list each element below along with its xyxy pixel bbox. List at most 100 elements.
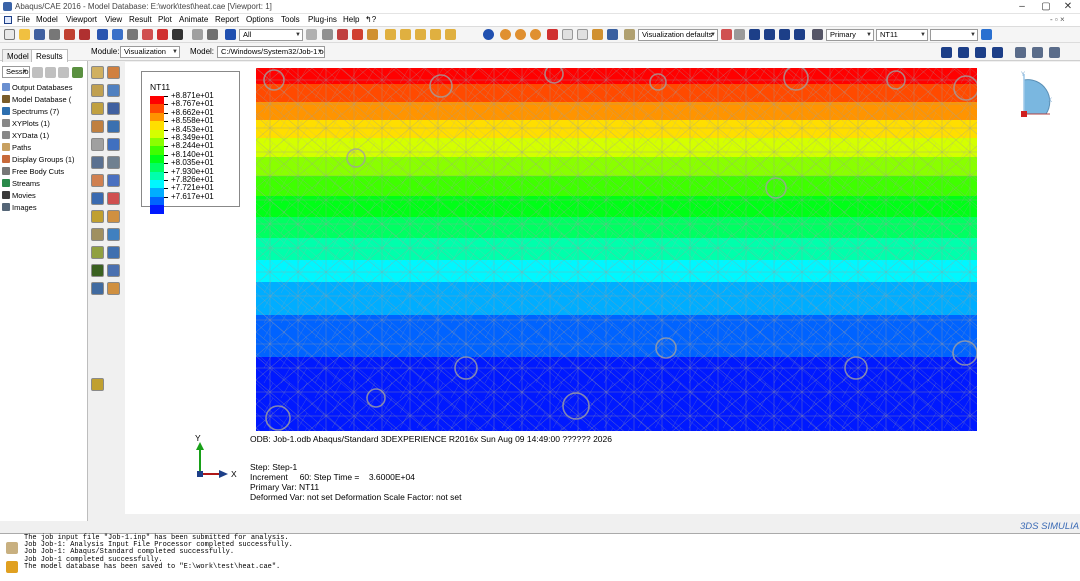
toolbox-tool-icon[interactable] (91, 282, 104, 295)
box-select-icon[interactable] (337, 29, 348, 40)
tree-item[interactable]: Free Body Cuts (2, 166, 86, 178)
zoom-box-icon[interactable] (142, 29, 153, 40)
field-component-select[interactable]: ▼ (930, 29, 978, 41)
mdi-window-controls[interactable]: - ▫ × (1050, 15, 1065, 24)
pan-icon[interactable] (97, 29, 108, 40)
bottom-view-icon[interactable] (445, 29, 456, 40)
python-prompt-icon[interactable] (6, 561, 18, 573)
tab-results[interactable]: Results (31, 49, 68, 62)
toolbox-tool-icon[interactable] (91, 192, 104, 205)
shade-icon[interactable] (515, 29, 526, 40)
toolbox-tool-icon[interactable] (107, 192, 120, 205)
layers-icon[interactable] (207, 29, 218, 40)
toolbox-tool-icon[interactable] (91, 174, 104, 187)
toolbox-tool-icon[interactable] (91, 120, 104, 133)
color-scheme-select[interactable]: Visualization defaults ▼ (638, 29, 718, 41)
module-select[interactable]: Visualization ▼ (120, 46, 180, 58)
view-manager-icon[interactable] (607, 29, 618, 40)
field-invariant-select[interactable]: Primary ▼ (826, 29, 874, 41)
contour-plot[interactable] (256, 68, 977, 431)
save-icon[interactable] (34, 29, 45, 40)
display-options-icon[interactable] (624, 29, 635, 40)
export-icon[interactable] (64, 29, 75, 40)
menu-view[interactable]: View (105, 15, 122, 24)
query-icon[interactable] (192, 29, 203, 40)
toolbox-tool-icon[interactable] (107, 228, 120, 241)
selection-filter-select[interactable]: All ▼ (239, 29, 303, 41)
first-frame-icon[interactable] (749, 29, 760, 40)
menu-plot[interactable]: Plot (158, 15, 172, 24)
last-frame-icon[interactable] (794, 29, 805, 40)
toolbox-tool-icon[interactable] (91, 264, 104, 277)
expand-icon[interactable] (45, 67, 56, 78)
frame-selector-icon[interactable] (1015, 47, 1026, 58)
toolbox-tool-icon[interactable] (107, 246, 120, 259)
render-style-icon[interactable] (500, 29, 511, 40)
previous-frame-icon[interactable] (764, 29, 775, 40)
toolbox-tool-icon[interactable] (91, 84, 104, 97)
filter-icon[interactable] (72, 67, 83, 78)
color-code-icon[interactable] (592, 29, 603, 40)
menu-tools[interactable]: Tools (281, 15, 300, 24)
undo-icon[interactable] (562, 29, 573, 40)
camera-icon[interactable] (1032, 47, 1043, 58)
toolbox-tool-icon[interactable] (107, 282, 120, 295)
tree-item[interactable]: Output Databases (2, 82, 86, 94)
tree-item[interactable]: Streams (2, 178, 86, 190)
viewport-menu-icon[interactable] (4, 16, 12, 24)
tree-item[interactable]: XYData (1) (2, 130, 86, 142)
message-log-icon[interactable] (6, 542, 18, 554)
menu-plugins[interactable]: Plug-ins (308, 15, 337, 24)
menu-model[interactable]: Model (36, 15, 58, 24)
menu-viewport[interactable]: Viewport (66, 15, 97, 24)
toolbox-tool-icon[interactable] (91, 156, 104, 169)
tree-item[interactable]: Model Database ( (2, 94, 86, 106)
toolbox-tool-icon[interactable] (107, 84, 120, 97)
contour-legend[interactable]: NT11 +8.871e+01 +8.767e+01 +8.662e+01 +8.55… (141, 71, 240, 214)
menu-file[interactable]: File (17, 15, 30, 24)
paint-tool-icon[interactable] (91, 378, 104, 391)
select-region-icon[interactable] (322, 29, 333, 40)
open-file-icon[interactable] (19, 29, 30, 40)
iso-view-icon[interactable] (385, 29, 396, 40)
toolbox-tool-icon[interactable] (91, 138, 104, 151)
color-edit-icon[interactable] (721, 29, 732, 40)
toolbox-tool-icon[interactable] (107, 102, 120, 115)
tree-item[interactable]: Paths (2, 142, 86, 154)
magnify-icon[interactable] (127, 29, 138, 40)
minimize-button[interactable]: – (1010, 0, 1034, 13)
toolbox-tool-icon[interactable] (107, 174, 120, 187)
tree-item[interactable]: Display Groups (1) (2, 154, 86, 166)
auto-fit-icon[interactable] (157, 29, 168, 40)
toolbox-tool-icon[interactable] (107, 210, 120, 223)
redo-icon[interactable] (577, 29, 588, 40)
rotate-icon[interactable] (112, 29, 123, 40)
select-cursor-icon[interactable] (225, 29, 236, 40)
print-icon[interactable] (49, 29, 60, 40)
context-help-icon[interactable]: ↰? (365, 15, 376, 24)
menu-report[interactable]: Report (215, 15, 239, 24)
cursor-icon[interactable] (547, 29, 558, 40)
menu-options[interactable]: Options (246, 15, 274, 24)
toolbox-tool-icon[interactable] (107, 156, 120, 169)
field-variable-select[interactable]: NT11 ▼ (876, 29, 928, 41)
field-output-icon[interactable] (812, 29, 823, 40)
menu-result[interactable]: Result (129, 15, 152, 24)
model-select[interactable]: C:/Windows/System32/Job-1.odb ▼ (217, 46, 325, 58)
toolbox-tool-icon[interactable] (107, 120, 120, 133)
previous-step-icon[interactable] (958, 47, 969, 58)
toolbox-tool-icon[interactable] (91, 246, 104, 259)
tree-item[interactable]: XYPlots (1) (2, 118, 86, 130)
selection-options-icon[interactable] (306, 29, 317, 40)
menu-help[interactable]: Help (343, 15, 359, 24)
message-area[interactable]: The job input file "Job-1.inp" has been … (0, 533, 1080, 581)
tree-item[interactable]: Spectrums (7) (2, 106, 86, 118)
refresh-icon[interactable] (981, 29, 992, 40)
cycle-views-icon[interactable] (172, 29, 183, 40)
wire-frame-icon[interactable] (367, 29, 378, 40)
hidden-line-icon[interactable] (530, 29, 541, 40)
toolbox-tool-icon[interactable] (107, 66, 120, 79)
toolbox-tool-icon[interactable] (107, 138, 120, 151)
toolbox-tool-icon[interactable] (91, 102, 104, 115)
close-button[interactable]: ✕ (1056, 0, 1080, 13)
